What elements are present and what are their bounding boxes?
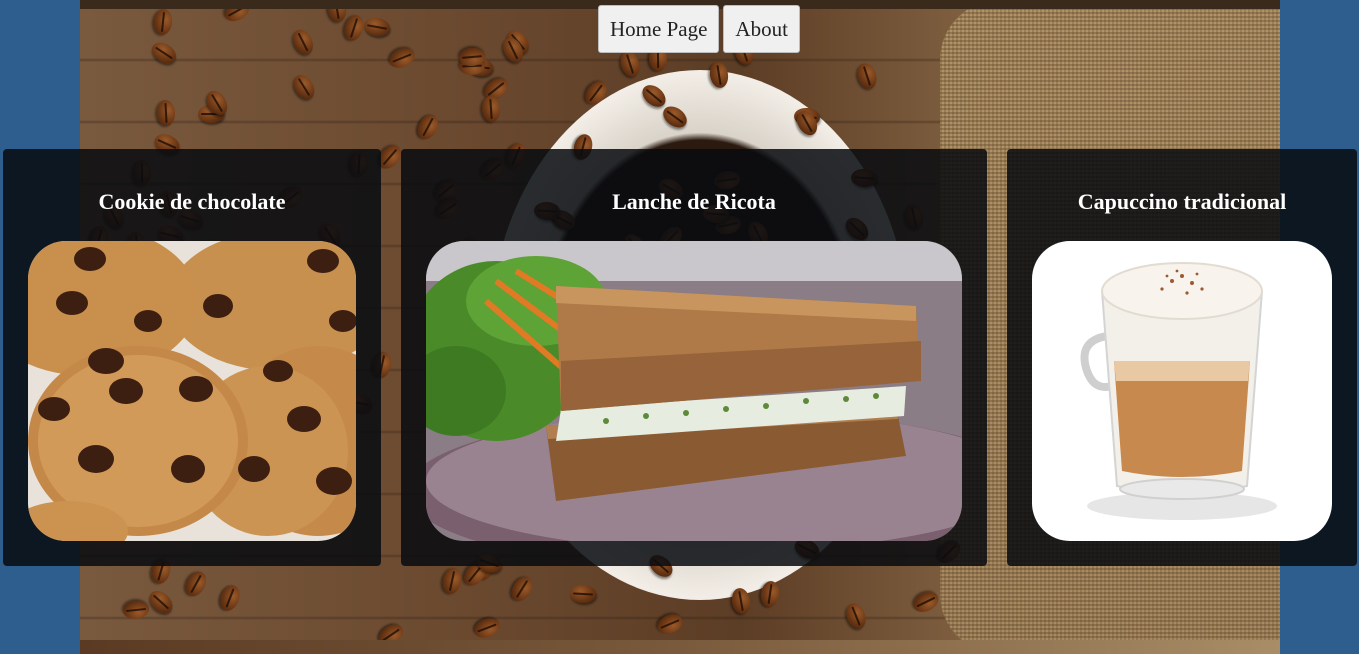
coffee-bean: [440, 566, 464, 596]
coffee-bean: [386, 45, 418, 72]
coffee-bean: [471, 614, 503, 641]
product-title: Capuccino tradicional: [1077, 189, 1287, 214]
product-card-cappuccino: Capuccino tradicional: [1007, 149, 1357, 566]
coffee-bean: [507, 573, 537, 605]
coffee-bean: [617, 49, 643, 80]
product-card-sandwich: Lanche de Ricota: [401, 149, 987, 566]
product-card-cookie: Cookie de chocolate: [3, 149, 381, 566]
coffee-bean: [153, 8, 174, 37]
coffee-bean: [854, 60, 880, 92]
top-navigation: Home Page About: [598, 5, 800, 53]
page: Home Page About Cookie de chocolate Lanc…: [0, 0, 1359, 654]
ricotta-sandwich-image: [426, 241, 962, 541]
coffee-bean: [216, 582, 244, 614]
coffee-bean: [145, 586, 178, 618]
coffee-bean: [413, 110, 442, 143]
bottom-background-strip: [80, 640, 1280, 654]
coffee-bean: [122, 599, 150, 621]
chocolate-cookies-image: [28, 241, 356, 541]
home-page-button[interactable]: Home Page: [598, 5, 720, 53]
coffee-bean: [569, 584, 597, 604]
coffee-bean: [156, 99, 176, 127]
coffee-bean: [481, 95, 501, 123]
coffee-bean: [842, 600, 869, 632]
coffee-bean: [182, 568, 211, 601]
coffee-bean: [289, 71, 319, 103]
coffee-bean: [362, 15, 392, 38]
product-title: Lanche de Ricota: [612, 189, 776, 214]
coffee-bean: [288, 25, 317, 58]
coffee-bean: [148, 38, 181, 68]
coffee-bean: [910, 588, 942, 616]
coffee-bean: [654, 610, 686, 638]
about-button[interactable]: About: [723, 5, 800, 53]
cappuccino-glass-image: [1032, 241, 1332, 541]
product-title: Cookie de chocolate: [98, 189, 286, 214]
